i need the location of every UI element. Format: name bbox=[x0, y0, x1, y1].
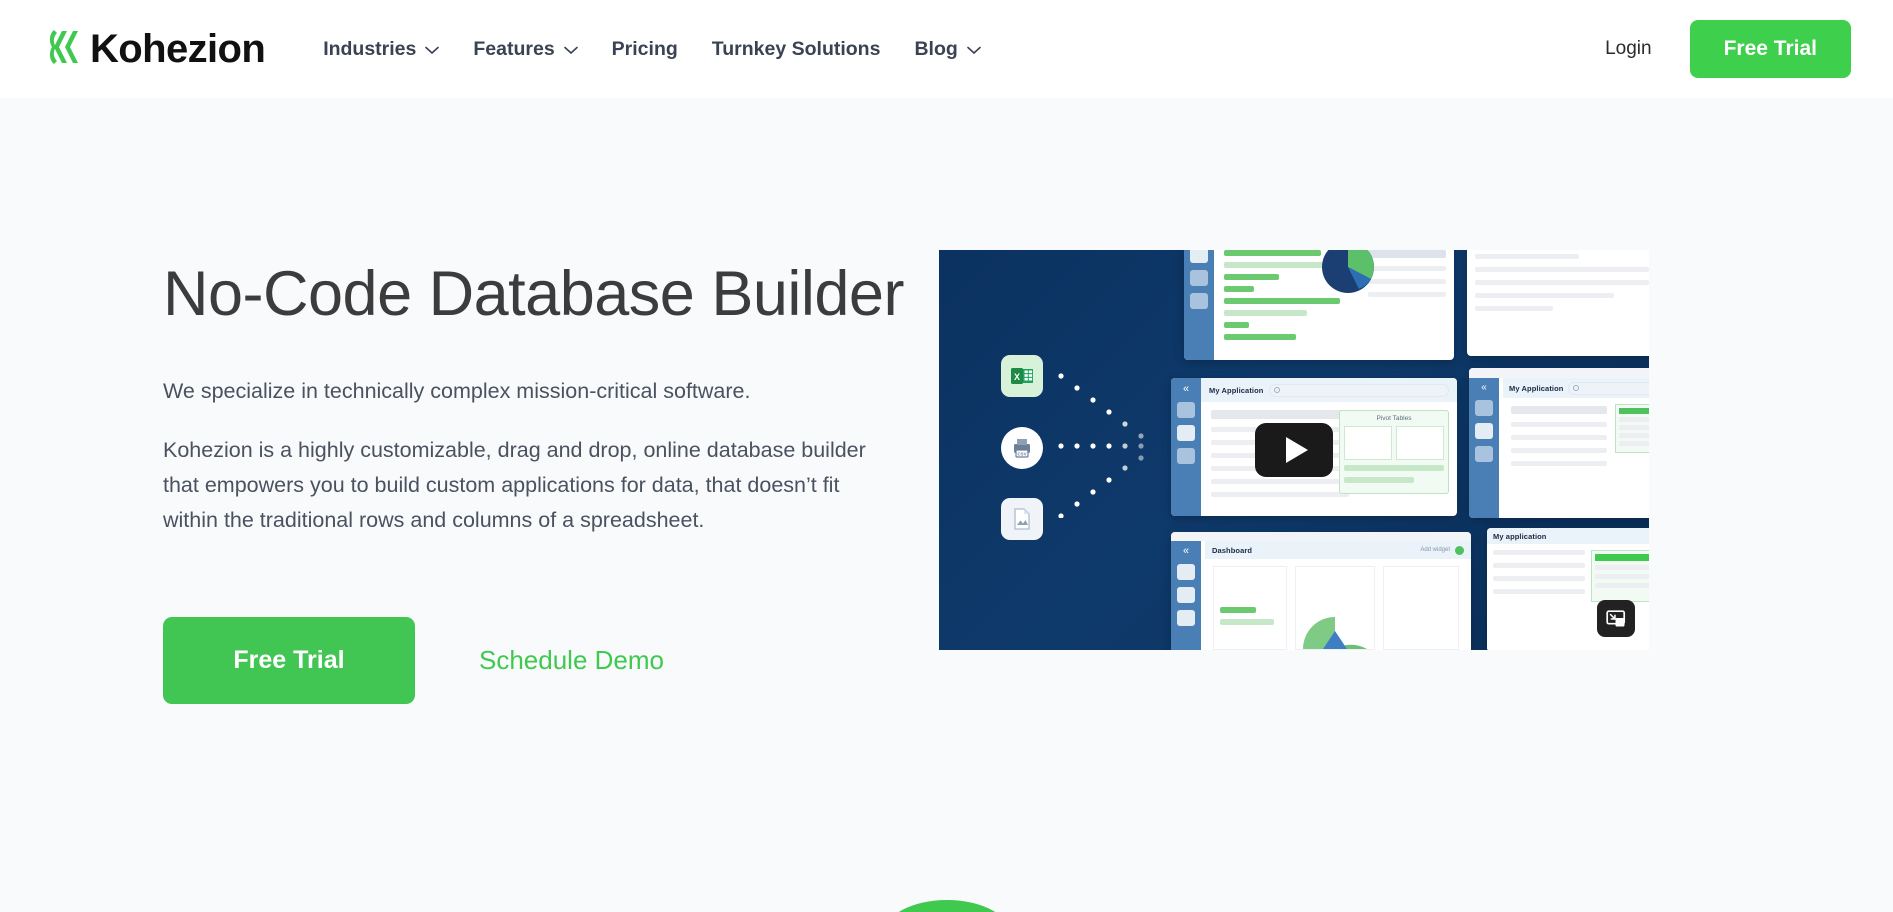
nav-item-features[interactable]: Features bbox=[471, 32, 579, 67]
sidebar-button bbox=[1190, 293, 1208, 309]
add-widget-icon[interactable] bbox=[1455, 545, 1464, 555]
mockup-green-table bbox=[1615, 404, 1649, 453]
hero-lead-text: We specialize in technically complex mis… bbox=[163, 378, 751, 403]
search-icon bbox=[1274, 387, 1281, 393]
mockup-widget bbox=[1383, 566, 1459, 650]
sidebar-button bbox=[1177, 587, 1195, 603]
nav-label-features: Features bbox=[473, 37, 555, 60]
kohezion-k-logo-icon: « bbox=[1481, 382, 1487, 393]
mockup-add-widget-label[interactable]: Add widget bbox=[1420, 547, 1450, 553]
sidebar-button bbox=[1475, 400, 1493, 416]
hero-section: No-Code Database Builder We specialize i… bbox=[0, 98, 1893, 912]
page-title: No-Code Database Builder bbox=[163, 259, 904, 329]
decorative-green-shape bbox=[882, 900, 1011, 912]
mockup-sidebar bbox=[1184, 250, 1214, 360]
kohezion-k-logo-icon: « bbox=[1182, 545, 1190, 557]
nav-item-turnkey-solutions[interactable]: Turnkey Solutions bbox=[710, 32, 883, 67]
nav-item-blog[interactable]: Blog bbox=[912, 32, 982, 67]
mockup-green-panel bbox=[1591, 550, 1649, 602]
mockup-widget-pie bbox=[1295, 566, 1375, 650]
picture-in-picture-icon bbox=[1606, 609, 1626, 626]
login-link[interactable]: Login bbox=[1605, 38, 1652, 60]
video-mockup-card-pie bbox=[1319, 250, 1401, 302]
hero-media: « My Application Pivot Tables « My Appli… bbox=[939, 250, 1649, 704]
sidebar-button bbox=[1177, 402, 1195, 418]
chevron-down-icon bbox=[966, 38, 981, 61]
nav-item-pricing[interactable]: Pricing bbox=[610, 32, 680, 67]
sidebar-button bbox=[1190, 250, 1208, 263]
pie-chart-icon bbox=[1322, 250, 1374, 293]
svg-text:X: X bbox=[1014, 372, 1020, 382]
sidebar-button bbox=[1177, 610, 1195, 626]
nav-label-industries: Industries bbox=[323, 37, 417, 60]
free-trial-button-header[interactable]: Free Trial bbox=[1689, 20, 1851, 78]
mockup-sidebar: « bbox=[1469, 378, 1499, 518]
sidebar-button bbox=[1177, 425, 1195, 441]
mockup-lines bbox=[1493, 550, 1585, 602]
mockup-app-title: My Application bbox=[1209, 385, 1264, 395]
mockup-lines bbox=[1467, 250, 1649, 329]
nav-label-pricing: Pricing bbox=[611, 37, 678, 60]
hero-content: No-Code Database Builder We specialize i… bbox=[163, 250, 905, 705]
svg-text:CSV: CSV bbox=[1017, 452, 1026, 457]
mockup-widget bbox=[1213, 566, 1287, 650]
video-mockup-card-right: « My Application bbox=[1469, 368, 1649, 518]
pie-chart-icon bbox=[1303, 617, 1367, 649]
video-mockup-card-dashboard: « Dashboard Add widget bbox=[1171, 532, 1471, 650]
free-trial-button-hero[interactable]: Free Trial bbox=[163, 617, 415, 705]
logo-text: Kohezion bbox=[90, 27, 266, 71]
mockup-dashboard-title: Dashboard bbox=[1212, 545, 1253, 555]
product-video-player[interactable]: « My Application Pivot Tables « My Appli… bbox=[939, 250, 1649, 650]
mockup-row-list bbox=[1511, 406, 1607, 474]
mockup-pivot-panel: Pivot Tables bbox=[1339, 410, 1449, 494]
main-navigation: Industries Features Pricing Turnkey Solu… bbox=[321, 32, 983, 67]
sidebar-button bbox=[1190, 270, 1208, 286]
schedule-demo-link[interactable]: Schedule Demo bbox=[479, 645, 664, 676]
dotted-arrow-icon bbox=[1058, 373, 1144, 518]
picture-in-picture-button[interactable] bbox=[1597, 600, 1635, 637]
chevron-down-icon bbox=[563, 38, 578, 61]
video-mockup-card-topright bbox=[1467, 250, 1649, 356]
mockup-app-title: My Application bbox=[1509, 383, 1564, 393]
hero-cta-group: Free Trial Schedule Demo bbox=[163, 617, 905, 705]
sidebar-button bbox=[1475, 446, 1493, 462]
csv-print-icon: CSV bbox=[1001, 427, 1043, 469]
sidebar-button bbox=[1475, 423, 1493, 439]
document-icon bbox=[1001, 498, 1043, 540]
logo[interactable]: Kohezion bbox=[46, 27, 266, 71]
nav-label-blog: Blog bbox=[914, 37, 958, 60]
mockup-app-title-2: My application bbox=[1493, 531, 1547, 541]
chevron-down-icon bbox=[425, 38, 440, 61]
mockup-search-input[interactable] bbox=[1269, 383, 1449, 397]
kohezion-k-logo-icon bbox=[46, 28, 80, 71]
nav-item-industries[interactable]: Industries bbox=[321, 32, 441, 67]
site-header: Kohezion Industries Features Pricing Tur… bbox=[0, 0, 1893, 98]
mockup-pivot-title: Pivot Tables bbox=[1376, 415, 1412, 422]
sidebar-button bbox=[1177, 564, 1195, 580]
play-icon bbox=[1285, 437, 1308, 463]
search-icon bbox=[1573, 385, 1580, 391]
mockup-search-input[interactable] bbox=[1568, 381, 1649, 395]
hero-body-text: Kohezion is a highly customizable, drag … bbox=[163, 437, 866, 532]
sidebar-button bbox=[1177, 448, 1195, 464]
header-actions: Login Free Trial bbox=[1605, 20, 1851, 78]
nav-label-turnkey-solutions: Turnkey Solutions bbox=[711, 37, 881, 60]
excel-file-icon: X bbox=[1001, 355, 1043, 397]
play-button[interactable] bbox=[1255, 423, 1333, 477]
mockup-sidebar: « bbox=[1171, 541, 1201, 650]
